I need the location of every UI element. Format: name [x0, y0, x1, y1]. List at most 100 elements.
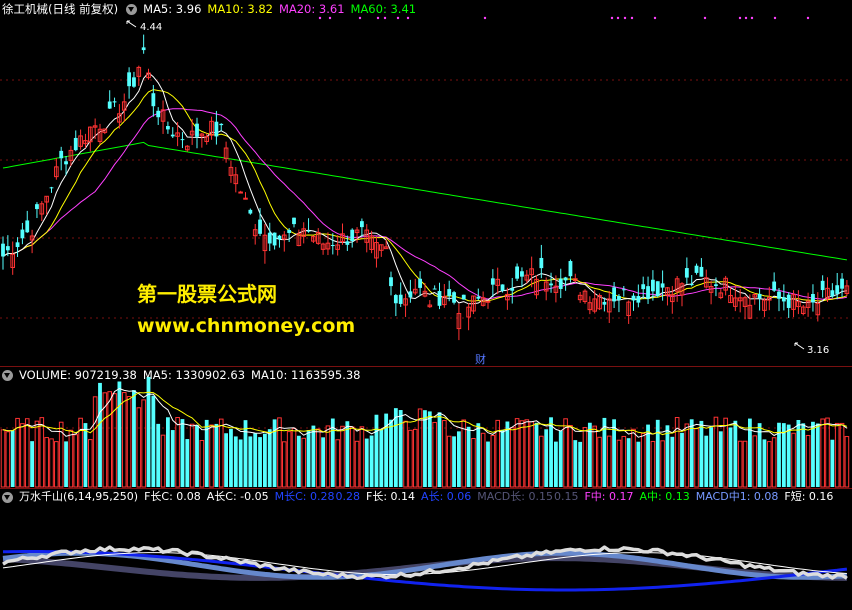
- volume-bar-up: [136, 407, 142, 488]
- volume-bar-down: [466, 426, 471, 487]
- signal-dot-icon: [483, 16, 487, 20]
- volume-bar-down: [330, 418, 335, 487]
- candle-down: [195, 123, 199, 137]
- ma20-label: MA20: 3.61: [278, 2, 345, 16]
- volume-bar-up: [141, 399, 146, 488]
- collapse-triangle-icon[interactable]: [2, 491, 13, 503]
- candle-down: [156, 110, 161, 118]
- candle-down: [127, 72, 131, 87]
- indicator-panel[interactable]: 万水千山(6,14,95,250) F长C: 0.08 A长C: -0.05 M…: [0, 488, 852, 610]
- candle-down: [777, 291, 781, 299]
- candlestick-chart[interactable]: 4.44 3.16 财: [0, 0, 852, 366]
- volume-bar-down: [786, 424, 791, 487]
- indicator-value: F长: 0.14: [366, 490, 416, 503]
- volume-bar-up: [189, 423, 195, 488]
- volume-bar-down: [296, 435, 301, 487]
- candle-down: [714, 284, 718, 287]
- volume-bar-down: [180, 419, 185, 487]
- volume-chart-panel[interactable]: VOLUME: 907219.38 MA5: 1330902.63 MA10: …: [0, 366, 852, 488]
- volume-bar-up: [354, 440, 360, 488]
- volume-bar-up: [54, 441, 59, 488]
- candle-down: [602, 301, 607, 305]
- volume-bar-up: [529, 421, 534, 488]
- ma60-label: MA60: 3.41: [350, 2, 417, 16]
- volume-bar-down: [170, 430, 175, 487]
- candle-down: [490, 278, 495, 285]
- candle-down: [170, 134, 175, 137]
- indicator-value: MACD中1: 0.08: [695, 490, 779, 503]
- price-header: 徐工机械(日线 前复权) MA5: 3.96 MA10: 3.82 MA20: …: [0, 0, 422, 18]
- volume-bar-up: [771, 437, 777, 488]
- volume-bar-down: [704, 435, 709, 487]
- volume-bar-down: [762, 439, 767, 487]
- volume-bar-down: [578, 441, 583, 487]
- signal-dot-icon: [703, 16, 707, 20]
- volume-bar-up: [640, 432, 646, 488]
- volume-bar-up: [175, 417, 180, 488]
- volume-bar-up: [412, 428, 418, 488]
- volume-bar-down: [534, 422, 539, 487]
- ma20-line: [2, 108, 847, 300]
- volume-bar-down: [248, 436, 253, 487]
- volume-bar-up: [359, 426, 365, 488]
- volume-bar-up: [805, 434, 811, 488]
- candle-down: [510, 288, 515, 291]
- price-chart-panel[interactable]: 4.44 3.16 财 徐工机械(日线 前复权) MA5: 3.96 MA10: 3…: [0, 0, 852, 366]
- candle-down: [461, 294, 466, 300]
- volume-bar-down: [258, 437, 262, 487]
- volume-bar-up: [432, 421, 437, 488]
- candle-down: [408, 291, 413, 298]
- volume-bar-down: [151, 395, 156, 487]
- candle-down: [59, 150, 64, 159]
- volume-bar-down: [195, 425, 199, 487]
- volume-bar-down: [670, 436, 675, 487]
- volume-bar-down: [117, 381, 122, 487]
- volume-header: VOLUME: 907219.38 MA5: 1330902.63 MA10: …: [0, 366, 367, 384]
- volume-bar-down: [229, 428, 233, 487]
- volume-bar-down: [364, 438, 369, 487]
- volume-bar-down: [665, 425, 670, 487]
- candle-up: [485, 300, 491, 303]
- candle-down: [820, 280, 825, 291]
- signal-dot-icon: [653, 16, 657, 20]
- volume-bar-up: [349, 426, 355, 488]
- candle-down: [248, 209, 253, 214]
- volume-bar-up: [461, 419, 467, 488]
- candle-down: [500, 284, 505, 291]
- volume-bar-down: [655, 419, 660, 487]
- volume-bar-up: [0, 429, 6, 488]
- signal-dot-icon: [623, 16, 627, 20]
- candle-down: [786, 294, 791, 308]
- volume-bar-up: [417, 408, 423, 488]
- candle-down: [830, 290, 835, 297]
- ma10-line: [2, 89, 848, 302]
- volume-bar-down: [238, 439, 243, 487]
- high-price-label: 4.44: [140, 22, 162, 33]
- volume-bar-up: [301, 437, 306, 488]
- candle-down: [689, 284, 694, 286]
- volume-bar-up: [315, 428, 321, 488]
- volume-bar-down: [549, 417, 553, 487]
- volume-bar-up: [286, 431, 292, 488]
- candle-up: [243, 197, 248, 200]
- indicator-value: F短: 0.16: [784, 490, 834, 503]
- volume-bar-up: [209, 424, 214, 488]
- candle-down: [452, 292, 456, 303]
- collapse-triangle-icon[interactable]: [126, 3, 138, 15]
- signal-dot-icon: [738, 16, 742, 20]
- volume-bar-up: [442, 420, 447, 488]
- candle-down: [350, 229, 355, 241]
- candle-down: [141, 47, 146, 51]
- indicator-header: 万水千山(6,14,95,250) F长C: 0.08 A长C: -0.05 M…: [0, 488, 833, 506]
- collapse-triangle-icon[interactable]: [2, 369, 13, 381]
- indicator-chart: [2, 545, 848, 592]
- volume-bar-up: [126, 396, 132, 488]
- candle-down: [651, 279, 655, 292]
- volume-bar-down: [389, 419, 393, 487]
- candle-down: [636, 296, 641, 303]
- volume-bar-up: [597, 436, 602, 488]
- volume-bar-up: [582, 427, 588, 488]
- volume-bar-down: [243, 420, 248, 487]
- candle-down: [180, 139, 185, 141]
- candle-down: [219, 123, 224, 126]
